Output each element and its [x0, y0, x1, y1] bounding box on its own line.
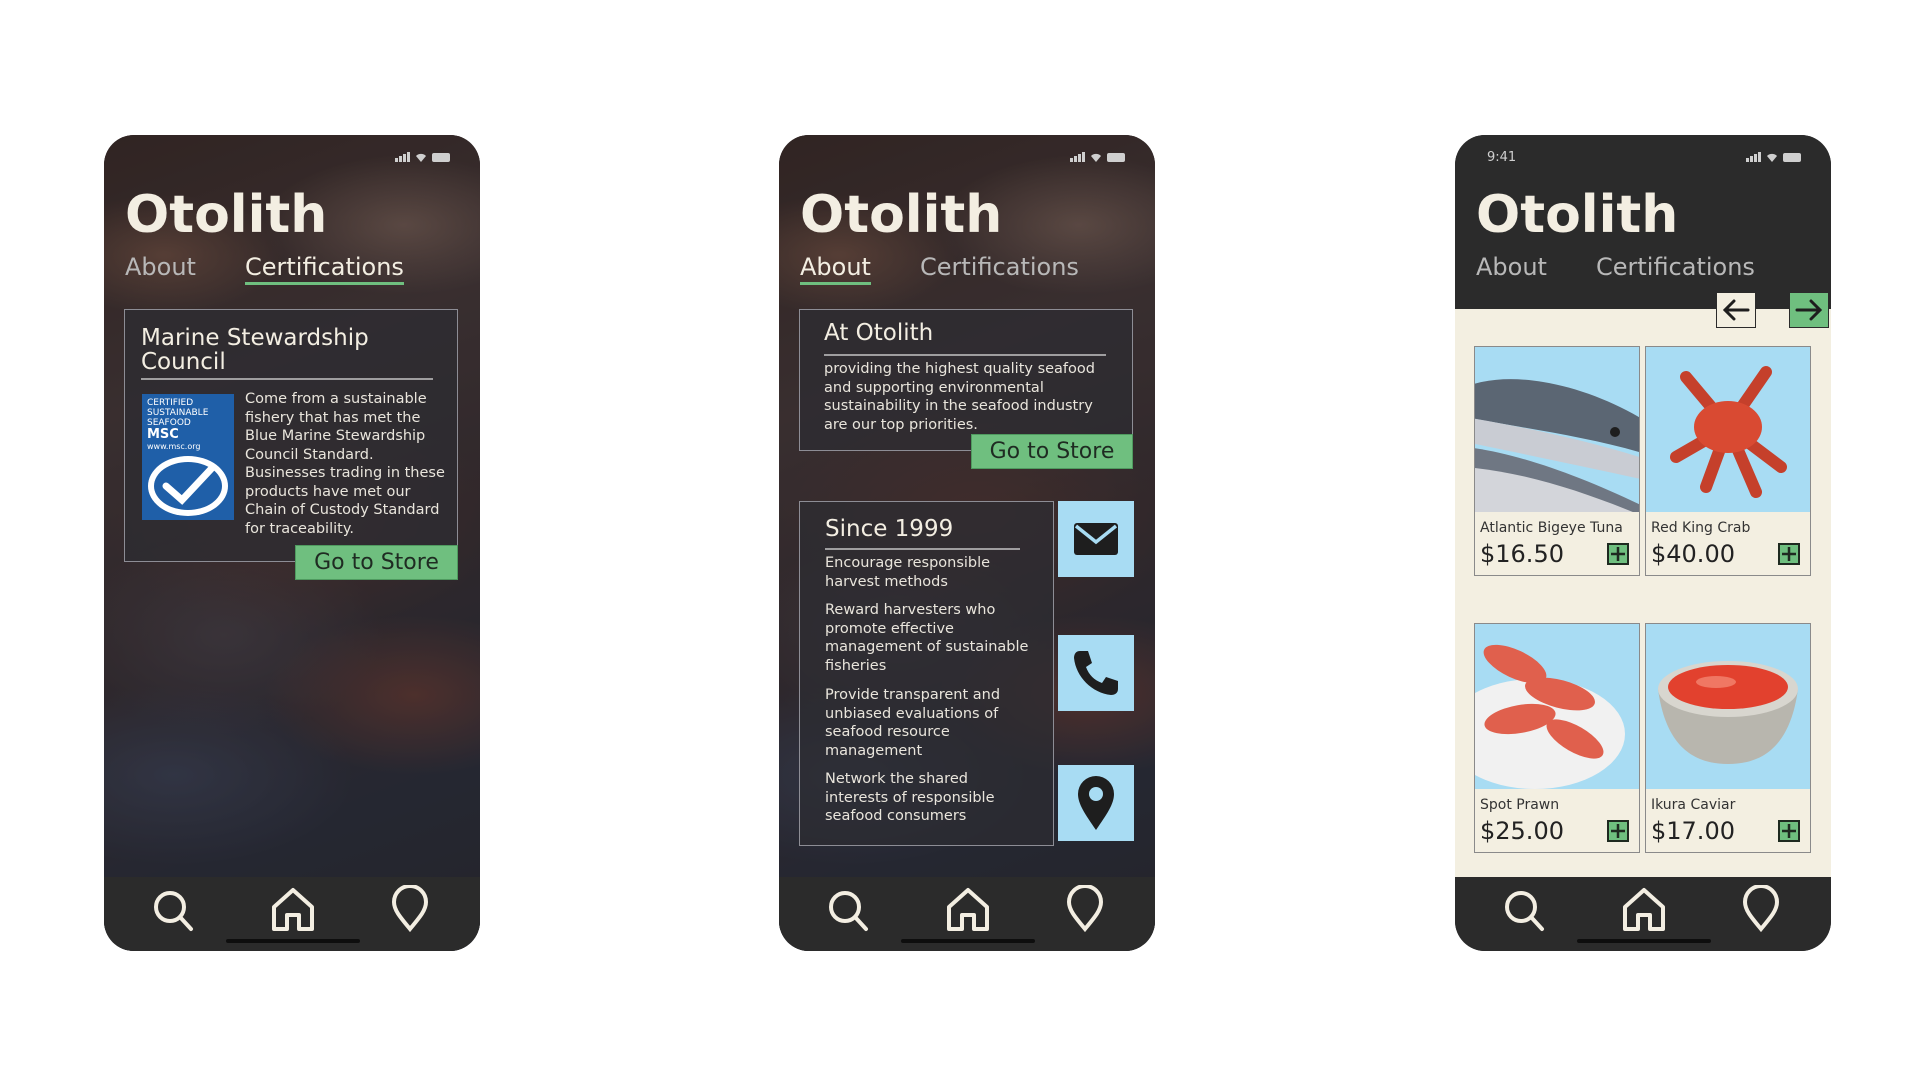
tab-about[interactable]: About [800, 253, 871, 285]
about-intro-title: At Otolith [824, 320, 934, 346]
product-image-prawn [1475, 624, 1639, 789]
signal-icon [1070, 152, 1085, 162]
signal-icon [1746, 152, 1761, 162]
certification-title: Marine Stewardship Council [141, 325, 369, 375]
phone-certifications-screen: Otolith About Certifications Marine Stew… [104, 135, 480, 951]
location-pin-icon[interactable] [1061, 885, 1109, 933]
tab-bar: About Certifications [1476, 253, 1755, 281]
tab-certifications[interactable]: Certifications [244, 253, 404, 285]
msc-logo: CERTIFIED SUSTAINABLE SEAFOOD MSC www.ms… [142, 394, 234, 520]
home-indicator [226, 939, 360, 943]
product-card[interactable]: Spot Prawn $25.00 [1474, 623, 1640, 853]
add-to-cart-button[interactable] [1607, 820, 1629, 842]
product-image-tuna [1475, 347, 1639, 512]
status-bar [136, 149, 450, 165]
msc-fish-check-icon [148, 456, 228, 516]
arrow-left-icon [1722, 299, 1750, 321]
status-bar [811, 149, 1125, 165]
wifi-icon [1091, 153, 1101, 162]
brand-title: Otolith [1476, 185, 1679, 245]
about-intro-card: At Otolith providing the highest quality… [799, 309, 1133, 451]
bottom-nav [1455, 877, 1831, 951]
phone-about-screen: Otolith About Certifications At Otolith … [779, 135, 1155, 951]
tab-about[interactable]: About [125, 253, 196, 285]
status-bar: 9:41 [1487, 149, 1801, 165]
goal-item: Provide transparent and unbiased evaluat… [825, 687, 1001, 759]
go-to-store-button[interactable]: Go to Store [971, 434, 1133, 469]
product-price: $25.00 [1480, 817, 1564, 845]
plus-icon [1611, 547, 1625, 561]
add-to-cart-button[interactable] [1607, 543, 1629, 565]
certification-card: Marine Stewardship Council CERTIFIED SUS… [124, 309, 458, 562]
bottom-nav [779, 877, 1155, 951]
home-indicator [901, 939, 1035, 943]
home-icon[interactable] [944, 885, 992, 933]
product-price: $17.00 [1651, 817, 1735, 845]
location-icon [1078, 776, 1114, 830]
search-icon[interactable] [149, 885, 197, 933]
home-icon[interactable] [269, 885, 317, 933]
home-indicator [1577, 939, 1711, 943]
about-intro-text: providing the highest quality seafood an… [824, 361, 1095, 433]
signal-icon [395, 152, 410, 162]
tab-bar: About Certifications [125, 253, 404, 285]
battery-icon [432, 152, 450, 162]
location-pin-icon[interactable] [1737, 885, 1785, 933]
product-price: $16.50 [1480, 540, 1564, 568]
search-icon[interactable] [1500, 885, 1548, 933]
wifi-icon [416, 153, 426, 162]
product-name: Atlantic Bigeye Tuna [1480, 520, 1623, 536]
status-time: 9:41 [1487, 149, 1517, 165]
phone-store-screen: 9:41 Otolith About Certifications Atlant… [1455, 135, 1831, 951]
since-1999-card: Since 1999 Encourage responsible harvest… [799, 501, 1054, 846]
tab-about[interactable]: About [1476, 253, 1547, 281]
product-name: Red King Crab [1651, 520, 1751, 536]
search-icon[interactable] [824, 885, 872, 933]
product-name: Ikura Caviar [1651, 797, 1736, 813]
since-title: Since 1999 [825, 516, 954, 542]
wifi-icon [1767, 153, 1777, 162]
product-card[interactable]: Ikura Caviar $17.00 [1645, 623, 1811, 853]
tab-certifications[interactable]: Certifications [1596, 253, 1755, 281]
brand-title: Otolith [800, 185, 1003, 245]
location-button[interactable] [1058, 765, 1134, 841]
product-card[interactable]: Red King Crab $40.00 [1645, 346, 1811, 576]
next-button[interactable] [1789, 292, 1829, 328]
mail-icon [1074, 523, 1118, 555]
add-to-cart-button[interactable] [1778, 543, 1800, 565]
battery-icon [1783, 152, 1801, 162]
tab-certifications[interactable]: Certifications [920, 253, 1079, 285]
add-to-cart-button[interactable] [1778, 820, 1800, 842]
phone-icon [1074, 651, 1118, 695]
product-image-crab [1646, 347, 1810, 512]
brand-title: Otolith [125, 185, 328, 245]
goal-item: Encourage responsible harvest methods [825, 555, 991, 590]
location-pin-icon[interactable] [386, 885, 434, 933]
plus-icon [1782, 547, 1796, 561]
battery-icon [1107, 152, 1125, 162]
product-card[interactable]: Atlantic Bigeye Tuna $16.50 [1474, 346, 1640, 576]
call-button[interactable] [1058, 635, 1134, 711]
product-name: Spot Prawn [1480, 797, 1560, 813]
goal-item: Network the shared interests of responsi… [825, 771, 995, 824]
previous-button[interactable] [1716, 292, 1756, 328]
go-to-store-button[interactable]: Go to Store [295, 545, 458, 580]
goal-item: Reward harvesters who promote effective … [825, 602, 1029, 674]
arrow-right-icon [1795, 299, 1823, 321]
plus-icon [1611, 824, 1625, 838]
certification-description: Come from a sustainable fishery that has… [245, 391, 445, 537]
home-icon[interactable] [1620, 885, 1668, 933]
product-image-caviar [1646, 624, 1810, 789]
email-button[interactable] [1058, 501, 1134, 577]
product-price: $40.00 [1651, 540, 1735, 568]
tab-bar: About Certifications [800, 253, 1079, 285]
plus-icon [1782, 824, 1796, 838]
bottom-nav [104, 877, 480, 951]
